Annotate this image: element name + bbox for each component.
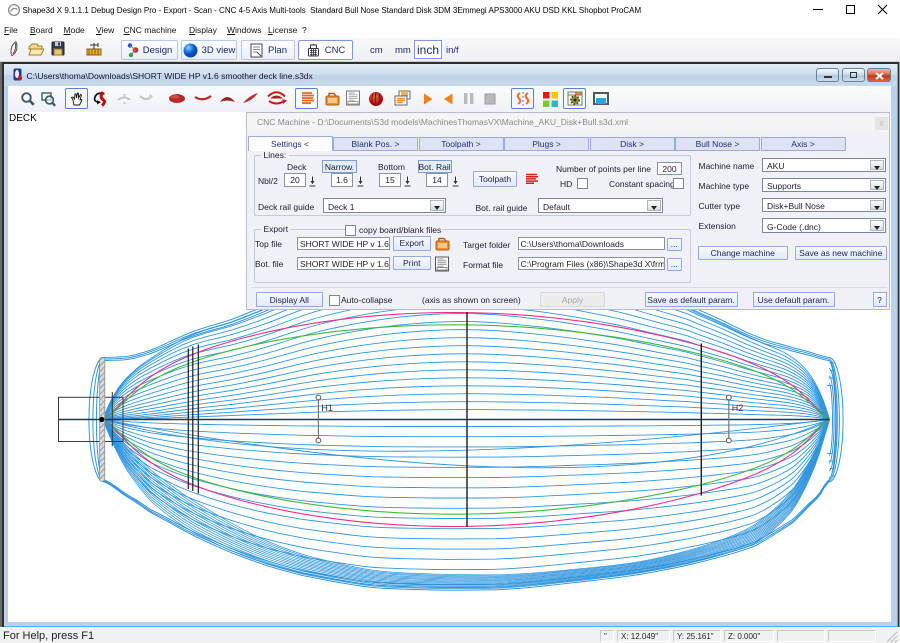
svg-text:H1: H1 xyxy=(321,403,333,413)
svg-text:H2: H2 xyxy=(731,403,743,413)
